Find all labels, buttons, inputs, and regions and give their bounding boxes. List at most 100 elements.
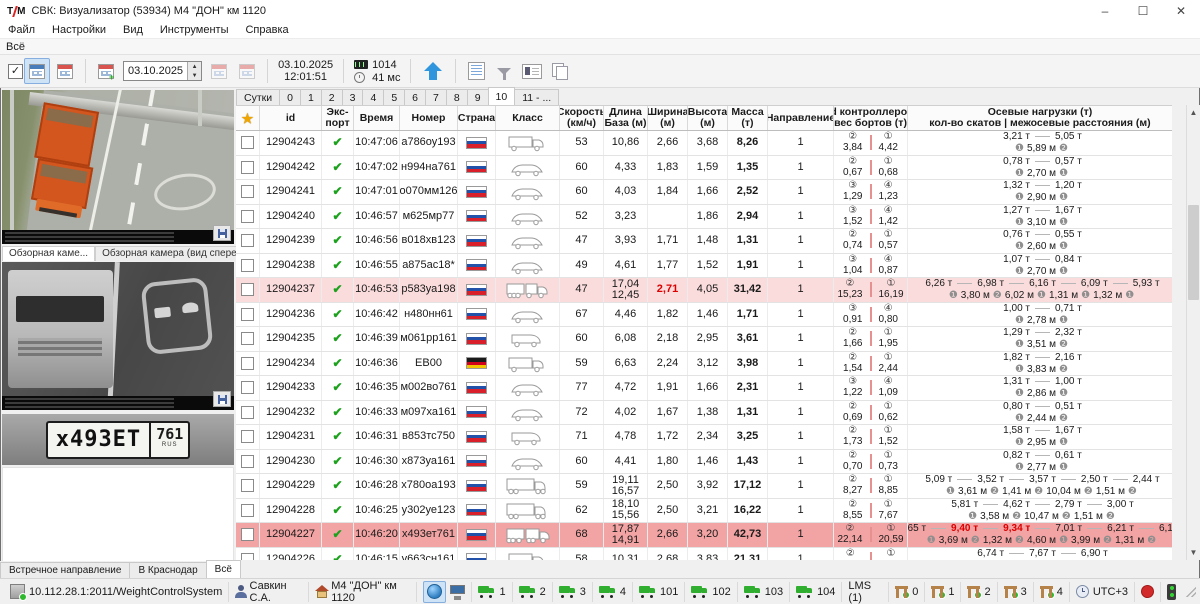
row-checkbox[interactable] [241, 161, 254, 174]
table-row[interactable]: 12904230✔10:46:30х873уа161604,411,801,46… [236, 450, 1172, 475]
day-tab-9[interactable]: 9 [467, 89, 489, 105]
calendar-stats-button[interactable] [52, 58, 78, 84]
report-button[interactable] [463, 58, 489, 84]
card-view-button[interactable] [519, 58, 545, 84]
day-tab-3[interactable]: 3 [342, 89, 364, 105]
gantry-indicator[interactable]: 0 [889, 582, 925, 602]
gantry-indicator[interactable]: 4 [1034, 582, 1070, 602]
close-button[interactable]: ✕ [1162, 0, 1200, 22]
gantry-indicator[interactable]: 2 [961, 582, 997, 602]
column-header[interactable]: Экс-порт [322, 106, 354, 130]
lane-indicator[interactable]: 3 [553, 582, 593, 602]
column-header[interactable]: Масса(т) [728, 106, 768, 130]
column-header[interactable]: Осевые нагрузки (т)кол-во скатов | межос… [908, 106, 1172, 130]
direction-tab[interactable]: Встречное направление [0, 562, 130, 578]
day-tab-Сутки[interactable]: Сутки [236, 89, 280, 105]
column-header[interactable]: id [260, 106, 322, 130]
column-header[interactable]: Номер [400, 106, 458, 130]
scrollbar-thumb[interactable] [1188, 205, 1199, 300]
table-row[interactable]: 12904232✔10:46:33м097ха161724,021,671,38… [236, 401, 1172, 426]
row-checkbox[interactable] [241, 332, 254, 345]
maximize-button[interactable]: ☐ [1124, 0, 1162, 22]
column-header[interactable]: Высота(м) [688, 106, 728, 130]
table-row[interactable]: 12904237✔10:46:53р583уа1984717,0412,452,… [236, 278, 1172, 303]
gantry-indicator[interactable]: 1 [925, 582, 961, 602]
lane-indicator[interactable]: 102 [685, 582, 737, 602]
row-checkbox[interactable] [241, 528, 254, 541]
table-row[interactable]: 12904240✔10:46:57м625мр77523,231,862,941… [236, 205, 1172, 230]
row-checkbox[interactable] [241, 283, 254, 296]
minimize-button[interactable]: – [1086, 0, 1124, 22]
menu-item-Настройки[interactable]: Настройки [52, 24, 106, 36]
prev-day-button[interactable] [206, 58, 232, 84]
lane-indicator[interactable]: 2 [513, 582, 553, 602]
column-header[interactable]: id контроллероввес бортов (т) [834, 106, 908, 130]
table-row[interactable]: 12904239✔10:46:56в018хв123473,931,711,48… [236, 229, 1172, 254]
direction-tab[interactable]: Всё [206, 560, 241, 578]
row-checkbox[interactable] [241, 504, 254, 517]
day-tab-5[interactable]: 5 [383, 89, 405, 105]
table-row[interactable]: 12904241✔10:47:01о070мм126604,031,841,66… [236, 180, 1172, 205]
day-tab-7[interactable]: 7 [425, 89, 447, 105]
row-checkbox[interactable] [241, 308, 254, 321]
scroll-down-arrow[interactable]: ▼ [1187, 545, 1200, 560]
row-checkbox[interactable] [241, 430, 254, 443]
resize-grip[interactable] [1186, 587, 1196, 597]
column-header[interactable]: Класс [496, 106, 560, 130]
day-tab-8[interactable]: 8 [446, 89, 468, 105]
table-row[interactable]: 12904228✔10:46:25у302уе1236218,1015,562,… [236, 499, 1172, 524]
lane-indicator[interactable]: 101 [633, 582, 685, 602]
column-header[interactable]: ★ [236, 106, 260, 130]
table-row[interactable]: 12904233✔10:46:35м002во761774,721,911,66… [236, 376, 1172, 401]
goto-day-button[interactable] [234, 58, 260, 84]
row-checkbox[interactable] [241, 136, 254, 149]
scroll-up-arrow[interactable]: ▲ [1187, 105, 1200, 120]
table-row[interactable]: 12904234✔10:46:36ЕВ00596,632,243,123,981… [236, 352, 1172, 377]
direction-tab[interactable]: В Краснодар [129, 562, 206, 578]
row-checkbox[interactable] [241, 357, 254, 370]
save-overview-button[interactable] [213, 225, 231, 241]
column-header[interactable]: Скорость(км/ч) [560, 106, 604, 130]
row-checkbox[interactable] [241, 234, 254, 247]
column-header[interactable]: Направление [768, 106, 834, 130]
day-tab-1[interactable]: 1 [300, 89, 322, 105]
day-tab-0[interactable]: 0 [279, 89, 301, 105]
filter-button[interactable] [491, 58, 517, 84]
row-checkbox[interactable] [241, 185, 254, 198]
table-row[interactable]: 12904242✔10:47:02н994на761604,331,831,59… [236, 156, 1172, 181]
table-row[interactable]: 12904238✔10:46:55а875ас18*494,611,771,52… [236, 254, 1172, 279]
vertical-scrollbar[interactable]: ▲ ▼ [1186, 105, 1200, 560]
table-row[interactable]: 12904236✔10:46:42н480нн61674,461,821,461… [236, 303, 1172, 328]
menu-item-Вид[interactable]: Вид [123, 24, 143, 36]
row-checkbox[interactable] [241, 210, 254, 223]
map-view-button[interactable] [423, 581, 446, 603]
table-row[interactable]: 12904226✔10:46:15у663сн1615810,312,683,8… [236, 548, 1172, 561]
table-row[interactable]: 12904231✔10:46:31в853тс750714,781,722,34… [236, 425, 1172, 450]
column-header[interactable]: Время [354, 106, 400, 130]
row-checkbox[interactable] [241, 381, 254, 394]
select-all-checkbox[interactable]: ✓ [8, 64, 23, 79]
camera-tab[interactable]: Обзорная камера (вид спереди; ... [95, 246, 259, 261]
camera-tab[interactable]: Обзорная каме... [2, 246, 95, 261]
row-checkbox[interactable] [241, 553, 254, 560]
table-row[interactable]: 12904243✔10:47:06а786оу1935310,862,663,6… [236, 131, 1172, 156]
table-row[interactable]: 12904227✔10:46:20х493ет7616817,8714,912,… [236, 523, 1172, 548]
lane-indicator[interactable]: 103 [738, 582, 790, 602]
day-tab-11 - ...[interactable]: 11 - ... [514, 89, 559, 105]
column-header[interactable]: Страна [458, 106, 496, 130]
day-tab-4[interactable]: 4 [362, 89, 384, 105]
date-field[interactable]: 03.10.2025 ▲▼ [123, 61, 202, 81]
column-header[interactable]: ДлинаБаза (м) [604, 106, 648, 130]
copy-button[interactable] [547, 58, 573, 84]
menu-item-Файл[interactable]: Файл [8, 24, 35, 36]
row-checkbox[interactable] [241, 259, 254, 272]
menu-item-Инструменты[interactable]: Инструменты [160, 24, 229, 36]
day-tab-10[interactable]: 10 [488, 87, 516, 105]
row-checkbox[interactable] [241, 479, 254, 492]
calendar-day-button[interactable] [24, 58, 50, 84]
table-row[interactable]: 12904229✔10:46:28х780оа1935919,1116,572,… [236, 474, 1172, 499]
save-front-button[interactable] [213, 391, 231, 407]
day-tab-6[interactable]: 6 [404, 89, 426, 105]
table-row[interactable]: 12904235✔10:46:39м061рр161606,082,182,95… [236, 327, 1172, 352]
day-tab-2[interactable]: 2 [321, 89, 343, 105]
